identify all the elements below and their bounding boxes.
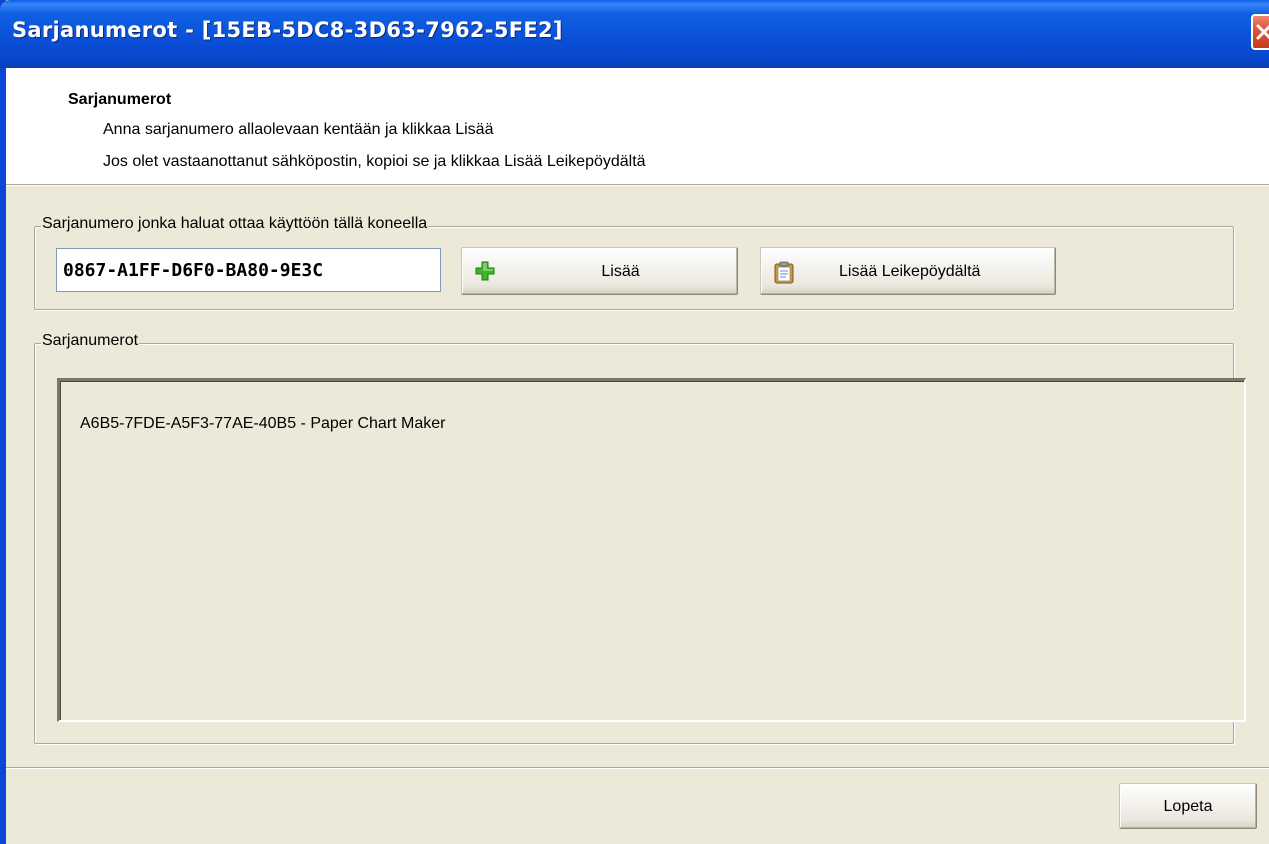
serial-entry-legend: Sarjanumero jonka haluat ottaa käyttöön … (41, 215, 429, 233)
dialog-header: Sarjanumerot Anna sarjanumero allaolevaa… (6, 68, 1269, 185)
serial-entry-group: Sarjanumero jonka haluat ottaa käyttöön … (34, 215, 1234, 310)
title-bar[interactable]: Sarjanumerot - [15EB-5DC8-3D63-7962-5FE2… (0, 0, 1269, 68)
header-instruction-2: Jos olet vastaanottanut sähköpostin, kop… (103, 153, 646, 170)
header-instruction-1: Anna sarjanumero allaolevaan kentään ja … (103, 121, 494, 138)
close-icon (1256, 24, 1269, 40)
serials-group: Sarjanumerot A6B5-7FDE-A5F3-77AE-40B5 - … (34, 332, 1246, 744)
footer-divider (6, 767, 1269, 769)
header-divider (6, 185, 1269, 186)
header-title: Sarjanumerot (68, 91, 172, 108)
quit-button[interactable]: Lopeta (1119, 783, 1257, 829)
serial-input[interactable] (56, 248, 441, 292)
add-button-label: Lisää (601, 263, 640, 280)
add-from-clipboard-label: Lisää Leikepöydältä (839, 263, 981, 280)
serials-list[interactable]: A6B5-7FDE-A5F3-77AE-40B5 - Paper Chart M… (57, 378, 1246, 722)
close-button[interactable] (1251, 14, 1269, 50)
serials-legend: Sarjanumerot (41, 332, 140, 350)
quit-button-label: Lopeta (1163, 798, 1213, 815)
dialog-window: Sarjanumerot - [15EB-5DC8-3D63-7962-5FE2… (0, 0, 1269, 844)
add-button[interactable]: Lisää (461, 247, 738, 295)
list-item[interactable]: A6B5-7FDE-A5F3-77AE-40B5 - Paper Chart M… (80, 415, 445, 433)
add-from-clipboard-button[interactable]: Lisää Leikepöydältä (760, 247, 1056, 295)
window-title: Sarjanumerot - [15EB-5DC8-3D63-7962-5FE2… (12, 18, 563, 42)
clipboard-icon (774, 261, 794, 284)
